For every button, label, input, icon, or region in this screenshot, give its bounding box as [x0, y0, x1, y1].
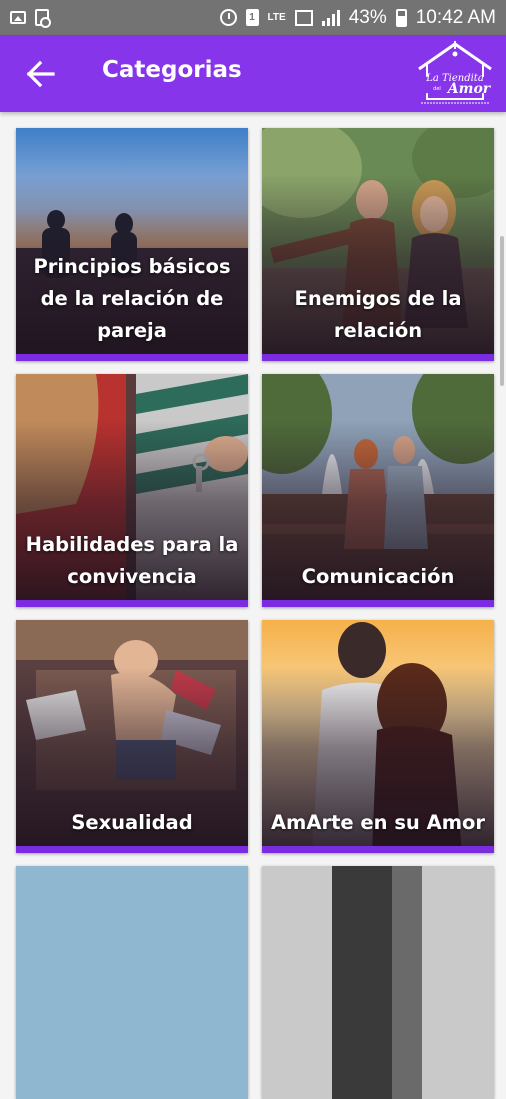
back-arrow-icon[interactable] [26, 60, 56, 88]
category-label: Sexualidad [71, 811, 193, 834]
brand-logo: La Tiendita Amor del [417, 41, 493, 104]
status-bar: 1 LTE 43% 10:42 AM [0, 0, 506, 35]
image-notification-icon [10, 11, 26, 24]
svg-text:del: del [433, 86, 441, 92]
clock: 10:42 AM [415, 6, 496, 28]
sim-icon: 1 [245, 9, 259, 26]
category-card-enemigos[interactable]: Enemigos de la relación [262, 128, 494, 361]
category-label: Principios básicos de la relación de par… [33, 255, 231, 342]
battery-icon [395, 8, 407, 27]
scrollbar[interactable] [500, 236, 504, 386]
category-label: AmArte en su Amor [270, 811, 486, 834]
sky-photo [16, 866, 248, 1099]
battery-percent: 43% [348, 6, 387, 28]
category-label: Habilidades para la convivencia [25, 533, 239, 588]
page-title: Categorias [102, 57, 242, 83]
signal-icon [321, 9, 340, 26]
category-card-sexualidad[interactable]: Sexualidad [16, 620, 248, 853]
accent-bar [262, 846, 494, 853]
category-card-7[interactable] [16, 866, 248, 1099]
bw-couple-photo [262, 866, 494, 1099]
svg-text:Amor: Amor [446, 81, 492, 97]
category-grid: Principios básicos de la relación de par… [0, 112, 506, 1099]
accent-bar [262, 354, 494, 361]
lte-label: LTE [267, 12, 286, 23]
category-card-amarte[interactable]: AmArte en su Amor [262, 620, 494, 853]
signal-box-icon [294, 9, 313, 26]
category-label: Enemigos de la relación [294, 287, 462, 342]
category-label: Comunicación [301, 565, 455, 588]
category-card-habilidades[interactable]: Habilidades para la convivencia [16, 374, 248, 607]
accent-bar [16, 354, 248, 361]
download-notification-icon [35, 9, 51, 28]
category-card-comunicacion[interactable]: Comunicación [262, 374, 494, 607]
category-card-principios[interactable]: Principios básicos de la relación de par… [16, 128, 248, 361]
accent-bar [262, 600, 494, 607]
app-bar: Categorias La Tiendita Amor del [0, 35, 506, 112]
alarm-icon [219, 9, 237, 26]
category-card-8[interactable] [262, 866, 494, 1099]
accent-bar [16, 846, 248, 853]
accent-bar [16, 600, 248, 607]
